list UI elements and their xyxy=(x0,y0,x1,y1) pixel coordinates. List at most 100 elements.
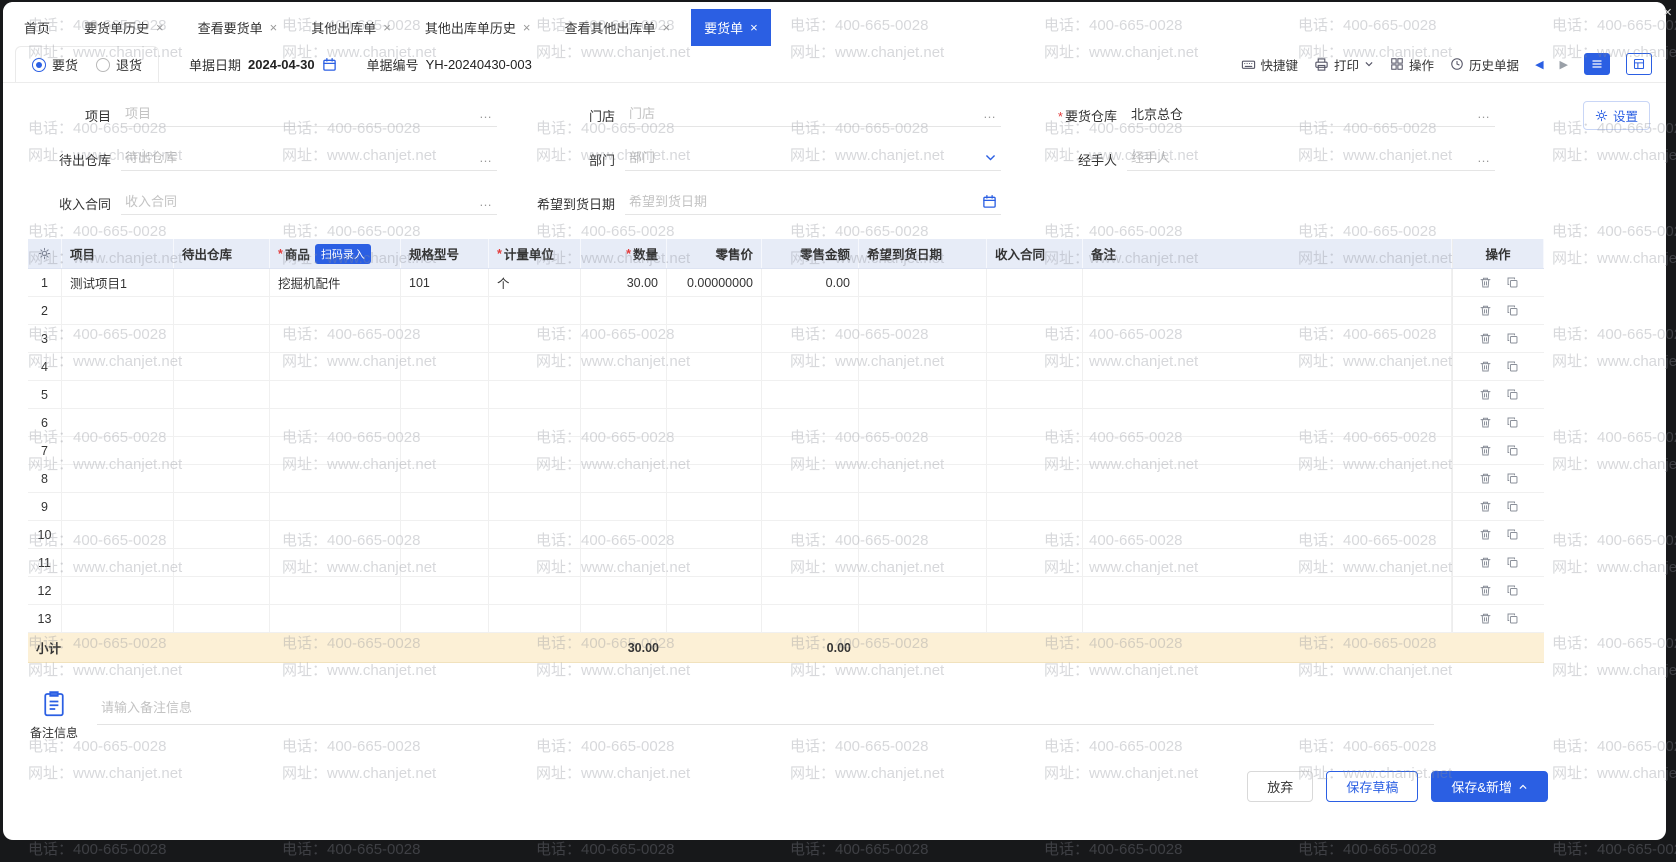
cell-price[interactable]: 0.00000000 xyxy=(667,269,762,296)
delete-row-icon[interactable] xyxy=(1479,360,1492,373)
shortcut-button[interactable]: 快捷键 xyxy=(1241,55,1298,74)
cell-expect_date[interactable] xyxy=(859,437,987,464)
cell-contract[interactable] xyxy=(987,605,1083,632)
cell-price[interactable] xyxy=(667,437,762,464)
cell-out_warehouse[interactable] xyxy=(174,465,270,492)
delete-row-icon[interactable] xyxy=(1479,472,1492,485)
copy-row-icon[interactable] xyxy=(1506,416,1519,429)
copy-row-icon[interactable] xyxy=(1506,612,1519,625)
tab-close-icon[interactable]: × xyxy=(270,21,278,34)
cell-price[interactable] xyxy=(667,381,762,408)
cell-expect_date[interactable] xyxy=(859,325,987,352)
cell-amount[interactable] xyxy=(762,297,859,324)
cell-expect_date[interactable] xyxy=(859,493,987,520)
cell-contract[interactable] xyxy=(987,465,1083,492)
copy-row-icon[interactable] xyxy=(1506,360,1519,373)
cell-product[interactable] xyxy=(270,353,401,380)
cell-out_warehouse[interactable] xyxy=(174,409,270,436)
cell-out_warehouse[interactable] xyxy=(174,577,270,604)
cell-price[interactable] xyxy=(667,549,762,576)
tab-要货单历史[interactable]: 要货单历史 × xyxy=(71,9,177,46)
cell-amount[interactable] xyxy=(762,437,859,464)
cell-qty[interactable]: 30.00 xyxy=(581,269,667,296)
cell-unit[interactable] xyxy=(489,465,581,492)
calendar-icon[interactable] xyxy=(322,57,337,72)
more-options-icon[interactable]: … xyxy=(477,106,495,121)
income-contract-input[interactable] xyxy=(123,193,477,209)
cell-price[interactable] xyxy=(667,325,762,352)
cell-expect_date[interactable] xyxy=(859,605,987,632)
cell-unit[interactable] xyxy=(489,353,581,380)
tab-close-icon[interactable]: × xyxy=(662,21,670,34)
cell-note[interactable] xyxy=(1083,549,1452,576)
cell-amount[interactable]: 0.00 xyxy=(762,269,859,296)
cell-unit[interactable] xyxy=(489,409,581,436)
delete-row-icon[interactable] xyxy=(1479,556,1492,569)
cell-product[interactable] xyxy=(270,493,401,520)
cell-contract[interactable] xyxy=(987,353,1083,380)
cell-expect_date[interactable] xyxy=(859,549,987,576)
cell-spec[interactable] xyxy=(401,353,489,380)
cell-product[interactable] xyxy=(270,465,401,492)
cell-note[interactable] xyxy=(1083,297,1452,324)
cell-expect_date[interactable] xyxy=(859,521,987,548)
cell-qty[interactable] xyxy=(581,325,667,352)
cell-product[interactable] xyxy=(270,297,401,324)
cell-price[interactable] xyxy=(667,465,762,492)
cell-qty[interactable] xyxy=(581,353,667,380)
cell-contract[interactable] xyxy=(987,493,1083,520)
cell-amount[interactable] xyxy=(762,381,859,408)
cell-price[interactable] xyxy=(667,297,762,324)
cell-unit[interactable] xyxy=(489,605,581,632)
save-draft-button[interactable]: 保存草稿 xyxy=(1326,771,1419,802)
card-view-button[interactable] xyxy=(1626,53,1652,75)
cell-spec[interactable] xyxy=(401,465,489,492)
cell-note[interactable] xyxy=(1083,437,1452,464)
store-input[interactable] xyxy=(627,105,981,121)
cell-spec[interactable] xyxy=(401,549,489,576)
cell-qty[interactable] xyxy=(581,605,667,632)
copy-row-icon[interactable] xyxy=(1506,556,1519,569)
cell-amount[interactable] xyxy=(762,605,859,632)
cell-expect_date[interactable] xyxy=(859,577,987,604)
save-and-new-button[interactable]: 保存&新增 xyxy=(1431,771,1548,802)
cell-contract[interactable] xyxy=(987,381,1083,408)
cell-expect_date[interactable] xyxy=(859,353,987,380)
cell-qty[interactable] xyxy=(581,549,667,576)
doc-type-radio-退货[interactable]: 退货 xyxy=(96,55,142,74)
cell-expect_date[interactable] xyxy=(859,465,987,492)
cell-project[interactable] xyxy=(62,493,174,520)
table-row[interactable]: 3 xyxy=(28,325,1544,353)
cell-qty[interactable] xyxy=(581,297,667,324)
cell-amount[interactable] xyxy=(762,325,859,352)
cell-note[interactable] xyxy=(1083,577,1452,604)
table-row[interactable]: 13 xyxy=(28,605,1544,633)
table-settings-icon[interactable] xyxy=(28,239,62,268)
print-button[interactable]: 打印 xyxy=(1314,55,1374,74)
table-row[interactable]: 10 xyxy=(28,521,1544,549)
cell-product[interactable]: 挖掘机配件 xyxy=(270,269,401,296)
cell-out_warehouse[interactable] xyxy=(174,493,270,520)
cell-project[interactable] xyxy=(62,549,174,576)
cell-qty[interactable] xyxy=(581,409,667,436)
cell-note[interactable] xyxy=(1083,381,1452,408)
cell-project[interactable] xyxy=(62,605,174,632)
cell-out_warehouse[interactable] xyxy=(174,297,270,324)
cell-qty[interactable] xyxy=(581,521,667,548)
cell-product[interactable] xyxy=(270,605,401,632)
cell-contract[interactable] xyxy=(987,549,1083,576)
cell-project[interactable] xyxy=(62,353,174,380)
history-docs-button[interactable]: 历史单据 xyxy=(1450,55,1519,74)
prev-doc-icon[interactable]: ◀ xyxy=(1535,58,1543,71)
cell-out_warehouse[interactable] xyxy=(174,325,270,352)
tab-close-icon[interactable]: × xyxy=(523,21,531,34)
tab-查看要货单[interactable]: 查看要货单 × xyxy=(185,9,291,46)
cancel-button[interactable]: 放弃 xyxy=(1247,771,1314,802)
cell-product[interactable] xyxy=(270,409,401,436)
more-options-icon[interactable]: … xyxy=(1475,150,1493,165)
delete-row-icon[interactable] xyxy=(1479,416,1492,429)
cell-qty[interactable] xyxy=(581,493,667,520)
cell-note[interactable] xyxy=(1083,409,1452,436)
cell-note[interactable] xyxy=(1083,353,1452,380)
cell-note[interactable] xyxy=(1083,465,1452,492)
